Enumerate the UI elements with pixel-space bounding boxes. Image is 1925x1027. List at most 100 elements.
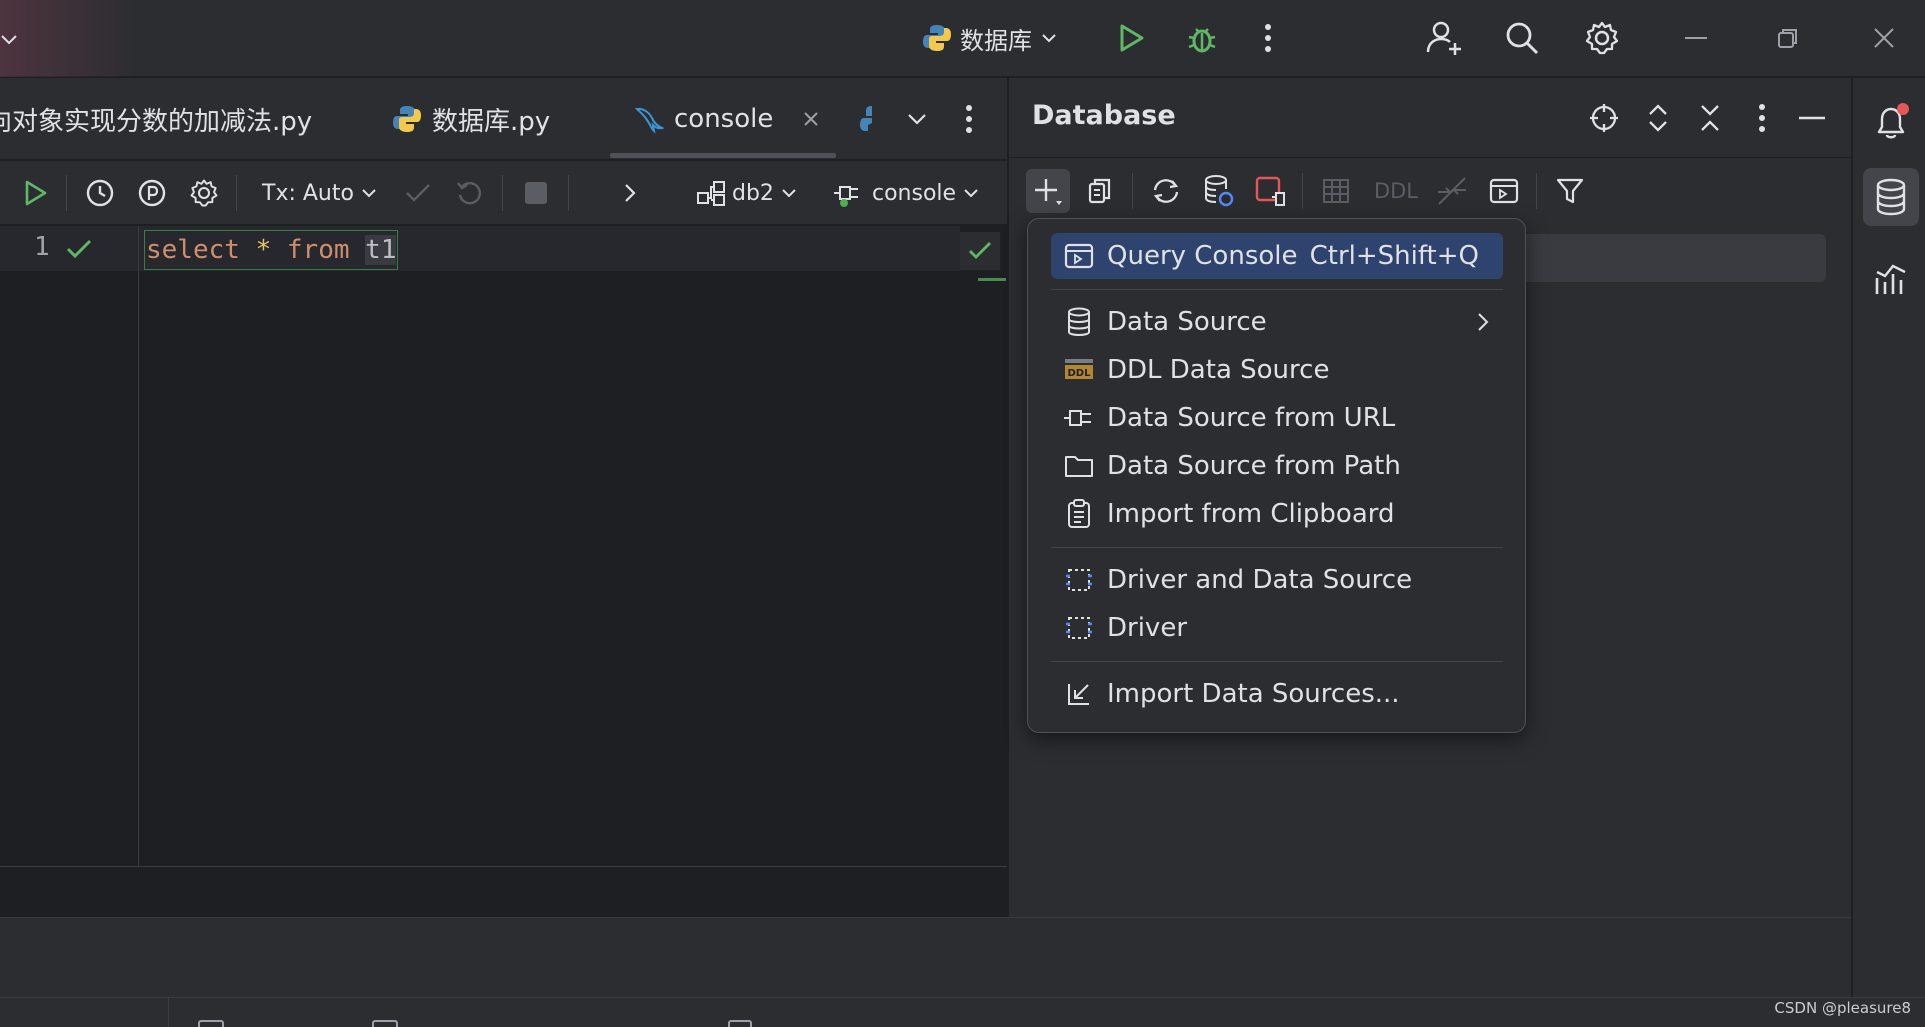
svg-text:DDL: DDL <box>1068 368 1092 379</box>
menu-item-driver[interactable]: Driver <box>1051 605 1503 651</box>
history-clock-icon[interactable] <box>82 175 118 211</box>
title-bar: 数据库 <box>0 0 1925 77</box>
hide-panel-icon[interactable] <box>1792 98 1832 138</box>
tab-console[interactable]: console <box>634 78 819 160</box>
editor-bottom-area <box>0 866 1007 917</box>
menu-item-driver-and-data-source[interactable]: Driver and Data Source <box>1051 557 1503 603</box>
filter-icon[interactable] <box>1548 169 1592 213</box>
python-icon <box>392 104 422 134</box>
close-tab-icon[interactable] <box>803 111 819 127</box>
schema-selector[interactable]: db2 <box>696 177 798 209</box>
execute-icon[interactable] <box>18 175 54 211</box>
menu-item-data-source-from-path[interactable]: Data Source from Path <box>1051 443 1503 489</box>
menu-item-label: Query Console <box>1107 241 1298 271</box>
close-window-icon[interactable] <box>1866 20 1902 56</box>
toolbar-separator <box>502 175 503 211</box>
output-icon[interactable] <box>198 1020 224 1027</box>
menu-item-import-data-sources[interactable]: Import Data Sources... <box>1051 671 1503 717</box>
toolbar-separator <box>568 175 569 211</box>
toolbar-separator <box>1536 173 1537 209</box>
run-configuration-selector[interactable]: 数据库 <box>922 16 1058 60</box>
tab-label: console <box>674 104 774 134</box>
scroll-marker <box>978 278 1006 281</box>
python-icon[interactable] <box>856 102 880 136</box>
disconnect-icon[interactable] <box>1248 169 1292 213</box>
sql-statement[interactable]: select * from t1 <box>144 230 399 270</box>
database-panel-title: Database <box>1032 100 1176 131</box>
collapse-all-icon[interactable] <box>1690 98 1730 138</box>
commit-check-icon <box>400 175 436 211</box>
tab-fraction-py[interactable]: 向对象实现分数的加减法.py <box>0 78 326 160</box>
refresh-icon[interactable] <box>1144 169 1188 213</box>
plug-icon <box>1051 407 1107 429</box>
result-table-icon[interactable] <box>372 1020 398 1027</box>
editor-tab-bar: 向对象实现分数的加减法.py 数据库.py console <box>0 78 1007 160</box>
sql-table-identifier: t1 <box>365 235 397 265</box>
sql-editor[interactable] <box>0 226 1007 866</box>
gear-icon[interactable] <box>1580 16 1624 60</box>
database-toolbar: DDL <box>1008 159 1851 225</box>
minimize-icon[interactable] <box>1680 20 1712 56</box>
more-vertical-icon[interactable] <box>1248 16 1288 60</box>
restore-icon[interactable] <box>1772 20 1804 56</box>
menu-item-label: Data Source <box>1107 307 1267 337</box>
chevron-down-icon[interactable] <box>0 22 18 56</box>
menu-separator <box>1051 547 1503 548</box>
chevron-down-icon <box>360 184 378 202</box>
menu-item-query-console[interactable]: Query Console Ctrl+Shift+Q <box>1051 233 1503 279</box>
add-user-icon[interactable] <box>1420 14 1468 62</box>
more-vertical-icon[interactable] <box>1742 98 1782 138</box>
query-console-icon <box>1051 243 1107 269</box>
locate-crosshair-icon[interactable] <box>1584 98 1624 138</box>
toolbar-separator <box>1132 173 1133 209</box>
sciview-chart-icon[interactable] <box>1867 254 1915 302</box>
menu-item-label: Import Data Sources... <box>1107 679 1400 709</box>
session-label: console <box>872 180 957 206</box>
driver-icon <box>1051 614 1107 642</box>
python-icon <box>922 23 952 53</box>
database-tool-window-icon[interactable] <box>1863 168 1919 226</box>
import-icon <box>1051 681 1107 707</box>
copy-icon[interactable] <box>1078 169 1122 213</box>
chevron-down-icon <box>962 184 980 202</box>
driver-icon <box>1051 566 1107 594</box>
parameters-icon[interactable] <box>134 175 170 211</box>
debug-icon[interactable] <box>1180 16 1224 60</box>
transaction-mode-selector[interactable]: Tx: Auto <box>262 177 378 209</box>
table-icon <box>1314 169 1358 213</box>
tabs-dropdown-chevron-icon[interactable] <box>900 102 934 136</box>
title-bar-gradient <box>0 0 140 77</box>
chevron-right-icon[interactable] <box>612 175 648 211</box>
layout-icon[interactable] <box>728 1020 752 1027</box>
menu-item-ddl-data-source[interactable]: DDL DDL Data Source <box>1051 347 1503 393</box>
data-source-properties-icon[interactable] <box>1196 169 1240 213</box>
menu-item-data-source[interactable]: Data Source <box>1051 299 1503 345</box>
add-plus-icon[interactable] <box>1026 169 1070 213</box>
schema-icon <box>696 179 726 207</box>
menu-item-shortcut: Ctrl+Shift+Q <box>1309 241 1479 271</box>
inspection-ok-icon[interactable] <box>960 232 1000 270</box>
query-console-icon[interactable] <box>1482 169 1526 213</box>
session-selector[interactable]: console <box>832 177 980 209</box>
transaction-mode-label: Tx: Auto <box>262 180 354 206</box>
menu-item-import-from-clipboard[interactable]: Import from Clipboard <box>1051 491 1503 537</box>
menu-item-data-source-from-url[interactable]: Data Source from URL <box>1051 395 1503 441</box>
notifications-bell-icon[interactable] <box>1867 98 1915 146</box>
sql-star: * <box>255 235 272 265</box>
submenu-chevron-right-icon <box>1477 312 1489 332</box>
selected-tree-node[interactable] <box>1490 234 1826 282</box>
chevron-down-icon <box>1040 29 1058 47</box>
mysql-dolphin-icon <box>634 104 664 134</box>
tab-database-py[interactable]: 数据库.py <box>392 78 550 160</box>
search-icon[interactable] <box>1500 16 1544 60</box>
menu-item-label: Data Source from Path <box>1107 451 1401 481</box>
database-panel-header: Database <box>1008 78 1851 158</box>
run-icon[interactable] <box>1112 18 1152 58</box>
expand-all-icon[interactable] <box>1638 98 1678 138</box>
compare-icon <box>1430 169 1474 213</box>
right-tool-stripe <box>1852 78 1925 997</box>
tab-label: 数据库.py <box>432 106 551 137</box>
clipboard-icon <box>1051 499 1107 529</box>
more-vertical-icon[interactable] <box>952 100 986 138</box>
gear-icon[interactable] <box>186 175 222 211</box>
